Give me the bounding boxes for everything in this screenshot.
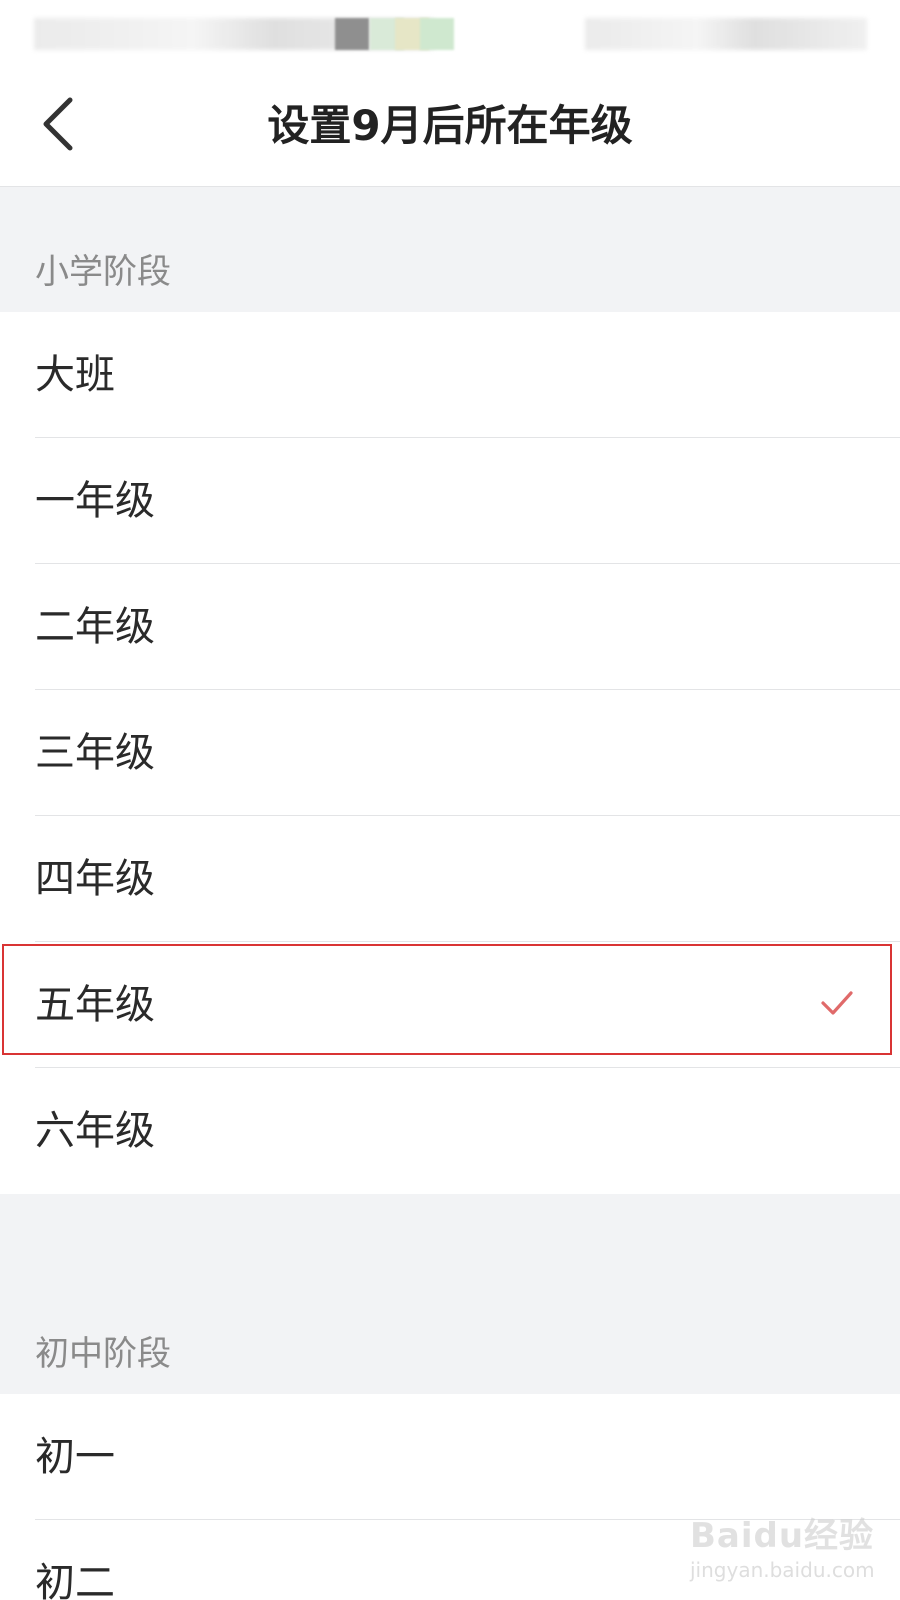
list-item-label: 五年级 bbox=[35, 982, 155, 1028]
back-button[interactable] bbox=[30, 94, 90, 154]
list-item-label: 一年级 bbox=[35, 478, 155, 524]
list-item-label: 六年级 bbox=[35, 1108, 155, 1154]
section-title: 初中阶段 bbox=[35, 1334, 171, 1374]
list-item-label: 初一 bbox=[35, 1434, 115, 1480]
check-icon bbox=[821, 991, 853, 1015]
list-item-grade[interactable]: 二年级 bbox=[0, 564, 900, 690]
nav-bar: 设置9月后所在年级 bbox=[0, 72, 900, 187]
list-item-grade[interactable]: 初一 bbox=[0, 1394, 900, 1520]
list-item-grade-selected[interactable]: 五年级 bbox=[0, 942, 900, 1068]
list-item-grade[interactable]: 一年级 bbox=[0, 438, 900, 564]
list-item-label: 初二 bbox=[35, 1560, 115, 1600]
page-title: 设置9月后所在年级 bbox=[267, 101, 633, 150]
list-item-grade[interactable]: 大班 bbox=[0, 312, 900, 438]
list-item-grade[interactable]: 四年级 bbox=[0, 816, 900, 942]
list-item-label: 四年级 bbox=[35, 856, 155, 902]
list-item-grade[interactable]: 三年级 bbox=[0, 690, 900, 816]
section-header-primary: 小学阶段 bbox=[0, 187, 900, 312]
list-item-label: 二年级 bbox=[35, 604, 155, 650]
status-bar-blur-block bbox=[420, 18, 454, 50]
list-item-label: 大班 bbox=[35, 352, 115, 398]
section-title: 小学阶段 bbox=[35, 252, 171, 292]
list-item-label: 三年级 bbox=[35, 730, 155, 776]
section-header-junior: 初中阶段 bbox=[0, 1194, 900, 1394]
status-bar bbox=[0, 0, 900, 72]
grade-list-primary: 大班 一年级 二年级 三年级 四年级 五年级 六年级 bbox=[0, 312, 900, 1194]
chevron-left-icon bbox=[43, 97, 73, 151]
status-bar-right-blurred bbox=[585, 18, 867, 50]
grade-list-junior: 初一 初二 bbox=[0, 1394, 900, 1600]
list-item-grade[interactable]: 初二 bbox=[0, 1520, 900, 1600]
list-item-grade[interactable]: 六年级 bbox=[0, 1068, 900, 1194]
screen: 设置9月后所在年级 小学阶段 大班 一年级 二年级 三年级 四年级 五年级 六年… bbox=[0, 0, 900, 1600]
status-bar-blur-block bbox=[335, 18, 369, 50]
